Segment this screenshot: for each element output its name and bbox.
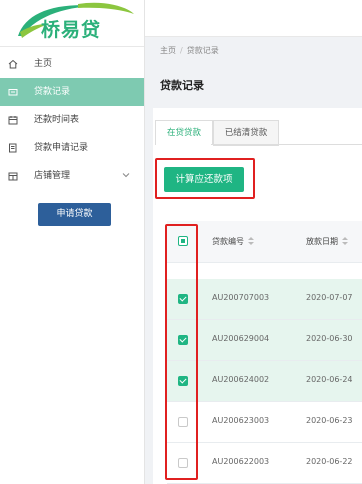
row-checkbox[interactable] — [178, 417, 188, 427]
document-icon — [9, 143, 17, 153]
sidebar-item-store-management[interactable]: 店铺管理 — [0, 162, 144, 190]
table-row[interactable]: AU200622003 2020-06-22 — [167, 443, 362, 484]
sidebar-divider — [144, 0, 145, 484]
row-checkbox[interactable] — [178, 376, 188, 386]
calculate-repayment-button[interactable]: 计算应还款项 — [164, 167, 244, 192]
home-icon — [8, 59, 18, 69]
loan-number-cell: AU200622003 — [212, 457, 270, 466]
table-row[interactable]: AU200629004 2020-06-30 — [167, 320, 362, 361]
table-row[interactable]: AU200624002 2020-06-24 — [167, 361, 362, 402]
column-header-label: 贷款编号 — [212, 237, 244, 246]
sidebar-item-label: 店铺管理 — [34, 171, 71, 181]
sort-icon — [342, 237, 348, 246]
sidebar-item-label: 还款时间表 — [34, 115, 80, 125]
sidebar: 桥易贷 主页 贷款记录 还款时间表 贷款申请记录 店铺管理 申请贷款 — [0, 0, 144, 484]
sidebar-item-repayment-schedule[interactable]: 还款时间表 — [0, 106, 144, 134]
logo-text: 桥易贷 — [41, 19, 102, 41]
apply-loan-button[interactable]: 申请贷款 — [38, 203, 111, 226]
row-checkbox[interactable] — [178, 458, 188, 468]
row-checkbox[interactable] — [178, 335, 188, 345]
row-checkbox[interactable] — [178, 294, 188, 304]
loan-number-cell: AU200624002 — [212, 375, 270, 384]
tab-underline — [211, 144, 362, 145]
table-row[interactable]: AU200707003 2020-07-07 — [167, 279, 362, 320]
loan-number-cell: AU200629004 — [212, 334, 270, 343]
loan-date-cell: 2020-06-30 — [306, 334, 353, 343]
tab-settled-loans[interactable]: 已结清贷款 — [213, 120, 279, 146]
breadcrumb-home[interactable]: 主页 — [160, 46, 176, 55]
table-header-row: 贷款编号 放款日期 — [167, 221, 362, 263]
chevron-down-icon — [122, 173, 130, 178]
logo-divider — [0, 46, 144, 47]
sidebar-item-application-records[interactable]: 贷款申请记录 — [0, 134, 144, 162]
page-title: 贷款记录 — [160, 79, 204, 92]
calendar-icon — [8, 116, 18, 125]
top-bar — [145, 0, 362, 37]
select-all-checkbox[interactable] — [178, 236, 188, 246]
loan-date-cell: 2020-06-24 — [306, 375, 353, 384]
store-icon — [8, 172, 18, 181]
breadcrumb-current: 贷款记录 — [186, 46, 219, 55]
card-icon — [8, 89, 18, 96]
column-header-date[interactable]: 放款日期 — [306, 236, 348, 247]
table-row[interactable]: AU200623003 2020-06-23 — [167, 402, 362, 443]
loan-date-cell: 2020-06-23 — [306, 416, 353, 425]
breadcrumb: 主页 / 贷款记录 — [160, 45, 219, 56]
sort-icon — [248, 237, 254, 246]
column-header-label: 放款日期 — [306, 237, 338, 246]
sidebar-item-home[interactable]: 主页 — [0, 50, 144, 78]
sidebar-item-label: 主页 — [34, 59, 53, 69]
loan-date-cell: 2020-06-22 — [306, 457, 353, 466]
loan-date-cell: 2020-07-07 — [306, 293, 353, 302]
sidebar-item-label: 贷款记录 — [34, 87, 71, 97]
sidebar-item-loan-records[interactable]: 贷款记录 — [0, 78, 144, 106]
column-header-loan-no[interactable]: 贷款编号 — [212, 236, 254, 247]
loan-number-cell: AU200707003 — [212, 293, 270, 302]
tab-active-loans[interactable]: 在贷贷款 — [155, 120, 213, 145]
loan-number-cell: AU200623003 — [212, 416, 270, 425]
breadcrumb-separator: / — [180, 46, 183, 55]
loan-table: 贷款编号 放款日期 AU200707003 2020-07-07 AU20062… — [167, 221, 362, 484]
logo: 桥易贷 — [8, 0, 138, 44]
sidebar-item-label: 贷款申请记录 — [34, 143, 89, 153]
